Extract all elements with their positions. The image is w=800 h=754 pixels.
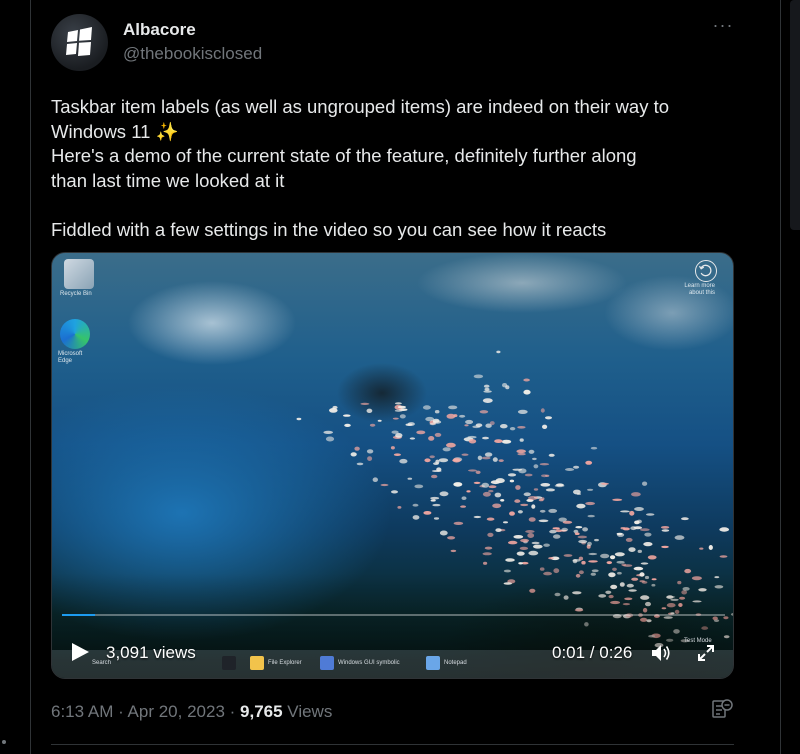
tweet-line: Here's a demo of the current state of th… (51, 145, 637, 166)
recycle-bin-icon (64, 259, 94, 289)
taskbar-app-icon (222, 656, 236, 670)
tweet-views-word: Views (287, 702, 333, 721)
taskbar-windows-gui: Windows GUI symbolic (338, 660, 400, 666)
notepad-icon (426, 656, 440, 670)
play-button[interactable] (69, 641, 91, 663)
right-sidebar-edge (790, 0, 800, 230)
tweet-line: Fiddled with a few settings in the video… (51, 218, 607, 240)
recycle-bin-label: Recycle Bin (60, 291, 92, 297)
symbol-app-icon (320, 656, 334, 670)
folder-icon (250, 656, 264, 670)
sparkles-emoji: ✨ (155, 120, 179, 142)
replay-icon[interactable] (695, 260, 717, 282)
learn-more-text: Learn more about this (684, 283, 715, 296)
volume-button[interactable] (650, 643, 672, 663)
tweet-meta: 6:13 AM · Apr 20, 2023 · 9,765 Views (51, 702, 332, 722)
fullscreen-button[interactable] (695, 642, 717, 664)
more-horizontal-icon: ··· (712, 15, 734, 35)
edge-icon (60, 319, 90, 349)
play-icon (72, 643, 89, 661)
volume-icon (652, 645, 670, 661)
tweet-text: Taskbar item labels (as well as ungroupe… (51, 95, 751, 242)
column-border-left (30, 0, 31, 754)
avatar[interactable] (51, 14, 108, 71)
analytics-button[interactable] (710, 698, 734, 722)
fullscreen-icon (698, 645, 714, 661)
more-options-button[interactable]: ··· (710, 15, 736, 38)
video-view-count: 3,091 views (106, 643, 196, 662)
author-handle[interactable]: @thebookisclosed (123, 44, 262, 64)
edge-label: Microsoft Edge (58, 351, 83, 364)
taskbar-file-explorer: File Explorer (268, 660, 302, 666)
tweet-view-count: 9,765 (240, 702, 283, 721)
tweet-blank-line (51, 193, 751, 218)
video-progress-fill (62, 614, 95, 616)
column-border-right (780, 0, 781, 754)
analytics-icon (712, 699, 733, 718)
tweet-line: Taskbar item labels (as well as ungroupe… (51, 96, 670, 117)
tweet-line: Windows 11 (51, 120, 151, 142)
tweet-line: than last time we looked at it (51, 169, 285, 191)
tweet-timestamp[interactable]: 6:13 AM · Apr 20, 2023 · (51, 702, 235, 721)
video-time: 0:01 / 0:26 (552, 643, 633, 662)
tweet-divider (51, 744, 734, 745)
avatar-logo-icon (66, 27, 92, 56)
author-display-name[interactable]: Albacore (123, 20, 196, 40)
taskbar-notepad: Notepad (444, 660, 467, 666)
left-nav-dot (2, 740, 6, 744)
video-progress-track[interactable] (62, 614, 725, 616)
video-player[interactable]: Recycle Bin Microsoft Edge Learn more ab… (51, 252, 734, 679)
